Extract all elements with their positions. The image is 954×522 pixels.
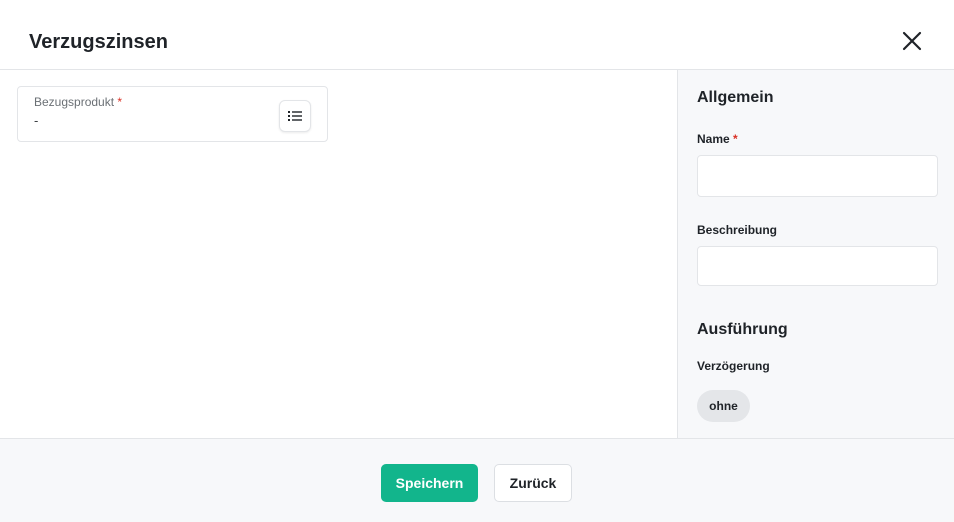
product-field[interactable]: Bezugsprodukt * - xyxy=(17,86,328,142)
general-section-title: Allgemein xyxy=(697,89,774,106)
dialog: Verzugszinsen Bezugsprodukt * - Allgemei… xyxy=(0,0,954,522)
delay-chip[interactable]: ohne xyxy=(697,390,750,422)
description-label: Beschreibung xyxy=(697,223,778,237)
main-area: Bezugsprodukt * - xyxy=(0,70,677,438)
name-required-mark: * xyxy=(733,132,738,146)
description-input[interactable] xyxy=(697,246,938,286)
product-label-text: Bezugsprodukt xyxy=(34,95,115,109)
back-button[interactable]: Zurück xyxy=(494,464,572,502)
product-field-value: - xyxy=(34,113,39,128)
dialog-footer: Speichern Zurück xyxy=(0,438,954,522)
list-icon xyxy=(288,111,302,121)
name-label: Name * xyxy=(697,132,738,146)
delay-label: Verzögerung xyxy=(697,359,770,373)
dialog-title: Verzugszinsen xyxy=(29,31,168,53)
close-icon xyxy=(902,31,922,51)
product-select-button[interactable] xyxy=(279,100,311,132)
dialog-header: Verzugszinsen xyxy=(0,0,954,70)
name-input[interactable] xyxy=(697,155,938,197)
save-button[interactable]: Speichern xyxy=(381,464,478,502)
execution-section-title: Ausführung xyxy=(697,321,788,338)
product-field-label: Bezugsprodukt * xyxy=(34,95,122,109)
required-mark: * xyxy=(117,95,123,109)
close-button[interactable] xyxy=(897,26,927,56)
side-panel: Allgemein Name * Beschreibung Ausführung… xyxy=(677,70,954,438)
name-label-text: Name xyxy=(697,132,730,146)
